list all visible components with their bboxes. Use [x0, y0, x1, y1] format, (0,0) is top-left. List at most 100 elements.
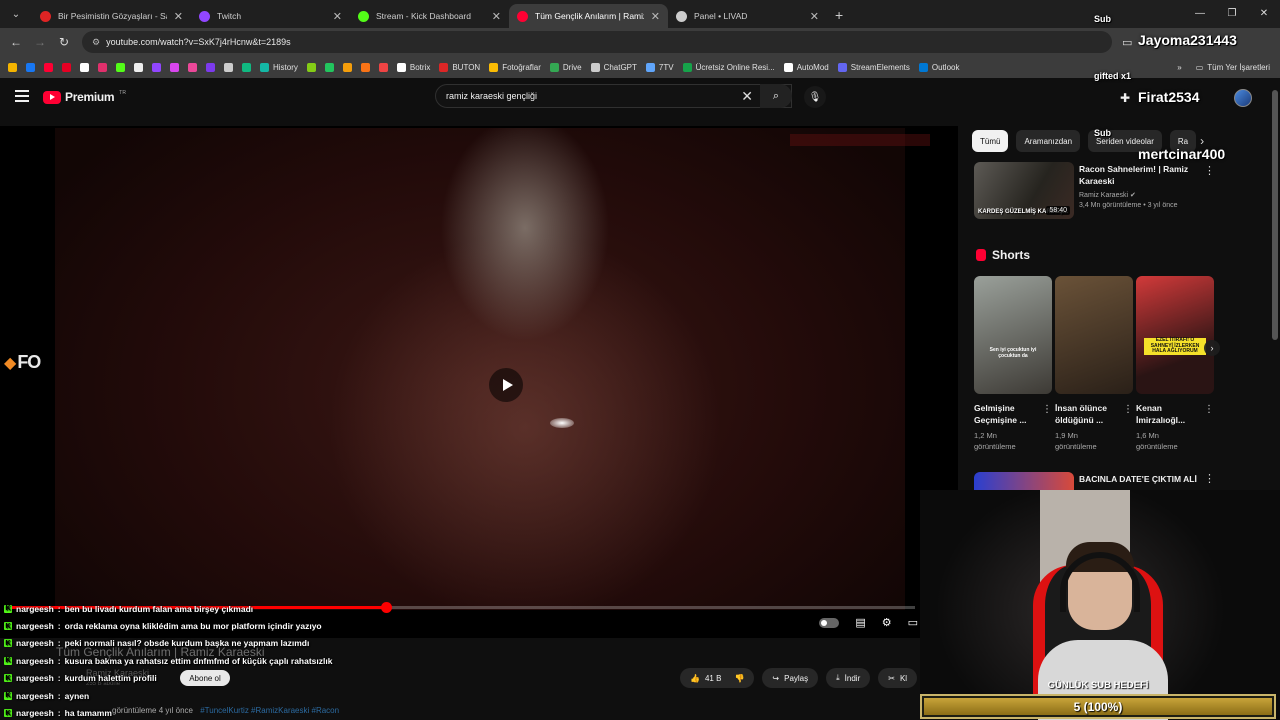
video-player[interactable]: ◆ FO ▤ ⚙ ▭: [0, 126, 958, 638]
clear-search-icon[interactable]: ✕: [741, 88, 753, 105]
short-title[interactable]: Gelmişine Geçmişine ...: [974, 403, 1040, 429]
voice-search-mic-icon[interactable]: 🎙: [804, 86, 826, 108]
more-options-icon[interactable]: ⋮: [1204, 164, 1215, 177]
settings-gear-icon[interactable]: ⚙: [882, 616, 892, 629]
bookmark-item[interactable]: [342, 62, 352, 72]
page-scrollbar[interactable]: [1272, 90, 1278, 340]
back-arrow-icon[interactable]: ←: [4, 35, 28, 49]
bookmark-item[interactable]: [8, 62, 17, 72]
bookmark-item[interactable]: [116, 62, 125, 72]
bookmark-item[interactable]: BUTON: [439, 62, 480, 72]
bookmark-item[interactable]: [44, 62, 53, 72]
site-info-icon[interactable]: ⚙: [92, 37, 100, 48]
short-thumbnail[interactable]: EZEL İTİRAFI! O SAHNEYİ İZLERKEN HALA AĞ…: [1136, 276, 1214, 394]
avatar[interactable]: [1234, 89, 1252, 107]
search-button[interactable]: ⌕: [760, 84, 792, 108]
progress-scrubber[interactable]: [380, 602, 392, 613]
tab-close-icon[interactable]: ✕: [174, 10, 183, 23]
related-title[interactable]: Racon Sahnelerim! | Ramiz Karaeski: [1079, 164, 1204, 188]
forward-arrow-icon[interactable]: →: [28, 35, 52, 49]
hamburger-menu-icon[interactable]: [15, 90, 29, 102]
filter-chip[interactable]: Aramanızdan: [1016, 130, 1081, 152]
youtube-logo[interactable]: Premium TR: [43, 90, 126, 104]
tab-close-icon[interactable]: ✕: [333, 10, 342, 23]
bookmark-item[interactable]: Outlook: [918, 62, 959, 72]
short-thumbnail[interactable]: [1055, 276, 1133, 394]
video-frame[interactable]: [55, 128, 905, 610]
short-item[interactable]: EZEL İTİRAFI! O SAHNEYİ İZLERKEN HALA AĞ…: [1136, 276, 1214, 453]
clip-button[interactable]: ✂ Kl: [878, 668, 918, 688]
shorts-next-chevron-icon[interactable]: ›: [1204, 340, 1220, 356]
bookmark-item[interactable]: History: [260, 62, 298, 72]
short-item[interactable]: Sen iyi çocuktun iyi çocuktun da Gelmişin…: [974, 276, 1052, 453]
maximize-icon[interactable]: ❐: [1216, 0, 1248, 28]
minimize-icon[interactable]: —: [1184, 0, 1216, 28]
bookmark-item[interactable]: AutoMod: [783, 62, 829, 72]
tab-close-icon[interactable]: ✕: [651, 10, 660, 23]
dislike-thumb-icon[interactable]: 👎: [734, 674, 744, 683]
bookmark-item[interactable]: [188, 62, 197, 72]
tab-search-chevron-icon[interactable]: ⌄: [4, 4, 28, 24]
all-bookmarks-folder[interactable]: ▭ Tüm Yer İşaretleri: [1196, 63, 1270, 72]
browser-tab[interactable]: Twitch ✕: [191, 4, 350, 28]
browser-tab[interactable]: Bir Pesimistin Gözyaşları - Sagopa ✕: [32, 4, 191, 28]
bookmark-item[interactable]: Botrix: [396, 62, 430, 72]
bookmark-item[interactable]: [152, 62, 161, 72]
bookmark-item[interactable]: [62, 62, 71, 72]
autoplay-toggle[interactable]: [819, 617, 840, 628]
download-button[interactable]: ⤓ İndir: [826, 668, 871, 688]
bookmark-item[interactable]: [170, 62, 179, 72]
filter-chip[interactable]: Tümü: [972, 130, 1009, 152]
tab-close-icon[interactable]: ✕: [492, 10, 501, 23]
like-count[interactable]: 41 B: [705, 674, 721, 683]
related-channel[interactable]: Ramiz Karaeski ✔: [1079, 191, 1204, 199]
related-title[interactable]: BACINLA DATE'E ÇIKTIM ALİ: [1079, 474, 1197, 484]
address-bar[interactable]: ⚙ youtube.com/watch?v=SxK7j4rHcnw&t=2189…: [82, 31, 1112, 53]
bookmark-item[interactable]: ChatGPT: [590, 62, 637, 72]
short-thumbnail[interactable]: Sen iyi çocuktun iyi çocuktun da: [974, 276, 1052, 394]
related-video-item[interactable]: BACINLA DATE'E ÇIKTIM ALİ ⋮: [972, 472, 1215, 492]
reload-icon[interactable]: ↻: [52, 35, 76, 49]
cast-icon[interactable]: ▭: [1122, 36, 1132, 49]
more-options-icon[interactable]: ⋮: [1204, 404, 1214, 415]
theater-mode-icon[interactable]: ▭: [908, 616, 918, 629]
browser-tab[interactable]: Stream - Kick Dashboard ✕: [350, 4, 509, 28]
short-title[interactable]: Kenan İmirzalıoğl...: [1136, 403, 1202, 429]
bookmark-item[interactable]: [242, 62, 251, 72]
subtitles-icon[interactable]: ▤: [855, 616, 865, 629]
bookmark-item[interactable]: [378, 62, 388, 72]
more-options-icon[interactable]: ⋮: [1123, 404, 1133, 415]
bookmark-item[interactable]: Drive: [549, 62, 582, 72]
bookmark-item[interactable]: Ücretsiz Online Resi...: [682, 62, 775, 72]
browser-tab[interactable]: Tüm Gençlik Anılarım | Ramiz K ✕: [509, 4, 668, 28]
bookmark-item[interactable]: [80, 62, 89, 72]
close-window-icon[interactable]: ✕: [1248, 0, 1280, 28]
play-button[interactable]: [489, 368, 523, 402]
bookmark-item[interactable]: [134, 62, 143, 72]
bookmark-item[interactable]: [360, 62, 370, 72]
short-item[interactable]: İnsan ölünce öldüğünü ... 1,9 Mn görüntüle…: [1055, 276, 1133, 453]
related-thumbnail[interactable]: [974, 472, 1074, 492]
short-title[interactable]: İnsan ölünce öldüğünü ...: [1055, 403, 1121, 429]
new-tab-plus-icon[interactable]: +: [835, 7, 843, 23]
more-options-icon[interactable]: ⋮: [1042, 404, 1052, 415]
bookmark-item[interactable]: [224, 62, 233, 72]
related-thumbnail[interactable]: KARDEŞ GÜZELMİŞ KARDEŞ... 58:40: [974, 162, 1074, 219]
bookmark-item[interactable]: [306, 62, 316, 72]
bookmark-item[interactable]: StreamElements: [837, 62, 910, 72]
search-input[interactable]: ramiz karaeski gençliği ✕: [435, 84, 792, 108]
bookmark-item[interactable]: [206, 62, 215, 72]
browser-tab[interactable]: Panel • LIVAD ✕: [668, 4, 827, 28]
bookmark-item[interactable]: [324, 62, 334, 72]
like-thumb-icon[interactable]: 👍: [690, 674, 700, 683]
bookmark-item[interactable]: [98, 62, 107, 72]
bookmark-item[interactable]: [26, 62, 35, 72]
related-video-item[interactable]: KARDEŞ GÜZELMİŞ KARDEŞ... 58:40 Racon Sa…: [972, 162, 1215, 220]
bookmark-item[interactable]: 7TV: [645, 62, 674, 72]
create-icon[interactable]: ✚: [1120, 91, 1130, 105]
more-bookmarks-chevron-icon[interactable]: »: [1177, 63, 1181, 72]
more-options-icon[interactable]: ⋮: [1204, 472, 1215, 485]
tab-close-icon[interactable]: ✕: [810, 10, 819, 23]
bookmark-item[interactable]: Fotoğraflar: [489, 62, 541, 72]
share-button[interactable]: ↪ Paylaş: [762, 668, 819, 688]
